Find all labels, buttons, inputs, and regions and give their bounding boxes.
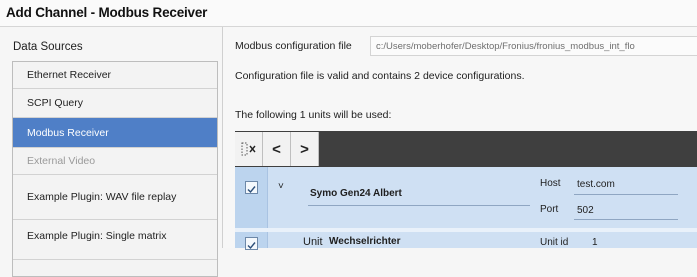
window-title: Add Channel - Modbus Receiver [6, 5, 208, 20]
units-grid: ˅ Symo Gen24 Albert Host test.com Port 5… [235, 167, 697, 250]
data-source-label: External Video [27, 155, 96, 167]
window-title-bar: Add Channel - Modbus Receiver [0, 0, 697, 27]
modbus-config-panel: Modbus configuration file c:/Users/mober… [223, 27, 697, 250]
host-label: Host [540, 178, 561, 189]
row-separator [235, 228, 697, 232]
data-source-label: Modbus Receiver [27, 126, 109, 139]
unit-id-label: Unit id [540, 237, 569, 248]
host-field-underline [574, 194, 678, 195]
checkmark-icon [247, 242, 256, 250]
port-field[interactable]: 502 [577, 205, 594, 216]
data-source-label: Ethernet Receiver [27, 69, 112, 81]
checkmark-icon [247, 186, 256, 194]
chevron-left-icon: < [272, 140, 281, 158]
data-source-ethernet-receiver[interactable]: Ethernet Receiver [13, 62, 217, 89]
data-source-modbus-receiver[interactable]: Modbus Receiver [13, 118, 217, 148]
clear-selection-button[interactable] [235, 132, 263, 166]
config-status-text: Configuration file is valid and contains… [235, 70, 525, 82]
data-source-single-matrix[interactable]: Example Plugin: Single matrix [13, 220, 217, 260]
unit-id-field[interactable]: 1 [592, 237, 598, 248]
data-sources-panel: Data Sources Ethernet Receiver SCPI Quer… [0, 27, 223, 277]
port-label: Port [540, 204, 559, 215]
expand-all-button[interactable]: > [291, 132, 319, 166]
data-source-label: SCPI Query [27, 97, 84, 109]
data-source-scpi-query[interactable]: SCPI Query [13, 89, 217, 118]
units-label: The following 1 units will be used: [235, 109, 392, 121]
device-checkbox[interactable] [245, 181, 258, 194]
unit-checkbox[interactable] [245, 237, 258, 250]
units-toolbar: < > [235, 131, 697, 167]
data-sources-heading: Data Sources [13, 41, 83, 53]
port-field-underline [574, 219, 678, 220]
collapse-all-button[interactable]: < [263, 132, 291, 166]
device-name-underline [308, 205, 530, 206]
device-name: Symo Gen24 Albert [310, 188, 402, 199]
config-file-label: Modbus configuration file [235, 40, 352, 52]
chevron-right-icon: > [300, 140, 309, 158]
row-select-column [235, 167, 268, 248]
clear-selection-icon [241, 142, 256, 156]
unit-name: Wechselrichter [329, 236, 401, 247]
data-sources-list[interactable]: Ethernet Receiver SCPI Query Modbus Rece… [12, 61, 218, 277]
expand-device-icon[interactable]: ˅ [278, 181, 284, 192]
config-file-path-field[interactable]: c:/Users/moberhofer/Desktop/Fronius/fron… [370, 36, 697, 56]
host-field[interactable]: test.com [577, 179, 615, 190]
data-source-wav-replay[interactable]: Example Plugin: WAV file replay [13, 175, 217, 220]
unit-prefix: Unit [303, 236, 323, 248]
data-source-label: Example Plugin: WAV file replay [27, 191, 177, 203]
data-source-label: Example Plugin: Single matrix [27, 230, 167, 242]
data-source-external-video: External Video [13, 148, 217, 175]
